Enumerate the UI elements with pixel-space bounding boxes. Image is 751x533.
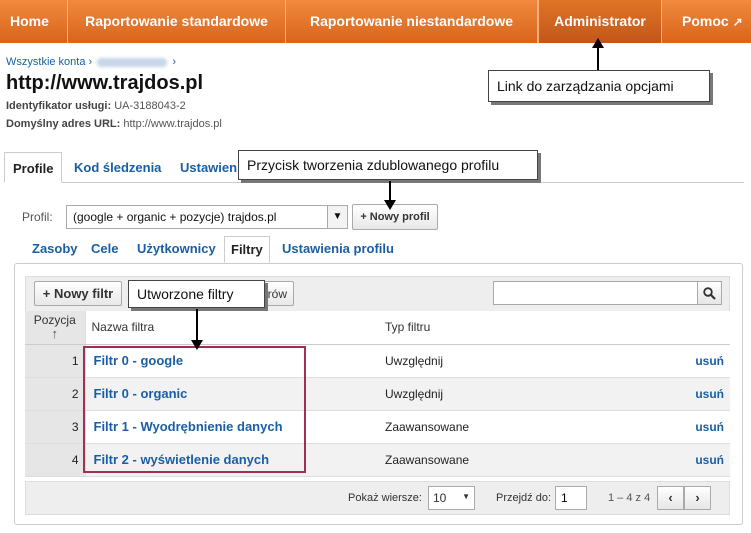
profile-row: Profil: (google + organic + pozycje) tra… [22, 204, 438, 230]
rows-per-page-select[interactable]: 10 ▼ [428, 486, 475, 510]
search-button[interactable] [697, 282, 721, 304]
nav-custom-reports[interactable]: Raportowanie niestandardowe [286, 0, 538, 43]
callout-new-profile: Przycisk tworzenia zdublowanego profilu [238, 150, 538, 180]
row-position: 4 [25, 443, 86, 477]
col-name-header: Nazwa filtra [85, 311, 385, 345]
arrow-up-icon [592, 38, 604, 70]
external-link-icon: ↗ [732, 15, 743, 29]
filters-highlight-box [83, 346, 306, 473]
delete-link[interactable]: usuń [629, 443, 730, 477]
sub-tabs: Zasoby Cele Użytkownicy Filtry Ustawieni… [24, 236, 744, 263]
goto-page-input[interactable] [555, 486, 587, 510]
chevron-left-icon: ‹ [668, 490, 673, 505]
rows-per-page-value: 10 [433, 491, 447, 505]
property-id-label: Identyfikator usługi: [6, 100, 112, 112]
arrow-down-icon [384, 181, 396, 210]
nav-home[interactable]: Home [0, 0, 68, 43]
property-id: Identyfikator usługi: UA-3188043-2 [6, 100, 186, 112]
row-position: 2 [25, 377, 86, 411]
filter-type: Uwzględnij [385, 377, 630, 411]
col-position-header[interactable]: Pozycja ↑ [25, 311, 86, 345]
nav-admin[interactable]: Administrator [538, 0, 662, 43]
tab-profiles[interactable]: Profile [4, 152, 63, 183]
subtab-assets[interactable]: Zasoby [28, 236, 82, 263]
tab-tracking-code[interactable]: Kod śledzenia [66, 152, 169, 183]
subtab-filters[interactable]: Filtry [224, 236, 270, 263]
subtab-users[interactable]: Użytkownicy [133, 236, 220, 263]
breadcrumb-separator: › [172, 56, 176, 68]
dropdown-arrow-icon: ▼ [327, 206, 347, 228]
sort-ascending-icon: ↑ [51, 326, 59, 342]
breadcrumb-all-accounts[interactable]: Wszystkie konta [6, 56, 85, 68]
filter-search [493, 281, 722, 305]
filter-type: Uwzględnij [385, 344, 630, 378]
search-icon [703, 286, 716, 300]
rows-per-page-label: Pokaż wiersze: [348, 492, 422, 504]
filter-type: Zaawansowane [385, 443, 630, 477]
delete-link[interactable]: usuń [629, 344, 730, 378]
top-navigation: Home Raportowanie standardowe Raportowan… [0, 0, 751, 43]
col-action-header [629, 311, 730, 345]
delete-link[interactable]: usuń [629, 377, 730, 411]
default-url: Domyślny adres URL: http://www.trajdos.p… [6, 118, 222, 130]
page-title: http://www.trajdos.pl [6, 72, 204, 94]
subtab-profile-settings[interactable]: Ustawienia profilu [278, 236, 398, 263]
table-header-row: Pozycja ↑ Nazwa filtra Typ filtru [25, 311, 730, 345]
chevron-down-icon: ▼ [462, 492, 470, 501]
chevron-right-icon: › [695, 490, 700, 505]
filter-type: Zaawansowane [385, 410, 630, 444]
new-filter-button[interactable]: + Nowy filtr [34, 281, 122, 306]
default-url-label: Domyślny adres URL: [6, 118, 121, 130]
search-input[interactable] [494, 282, 697, 304]
arrow-down-icon [191, 309, 203, 350]
tab-settings[interactable]: Ustawienia [172, 152, 242, 183]
breadcrumb: Wszystkie konta › › [6, 56, 176, 68]
col-type-header: Typ filtru [385, 311, 630, 345]
pagination-bar: Pokaż wiersze: 10 ▼ Przejdź do: 1 – 4 z … [25, 481, 730, 515]
prev-page-button[interactable]: ‹ [657, 486, 684, 510]
delete-link[interactable]: usuń [629, 410, 730, 444]
col-position-label: Pozycja [33, 313, 76, 328]
breadcrumb-account-redacted[interactable] [97, 57, 168, 67]
subtab-goals[interactable]: Cele [87, 236, 122, 263]
nav-help-label: Pomoc [682, 13, 729, 29]
profile-label: Profil: [22, 210, 53, 224]
row-position: 1 [25, 344, 86, 378]
next-page-button[interactable]: › [684, 486, 711, 510]
callout-admin: Link do zarządzania opcjami [488, 70, 710, 102]
profile-select-value: (google + organic + pozycje) trajdos.pl [73, 210, 277, 224]
breadcrumb-separator: › [88, 56, 93, 68]
callout-filters: Utworzone filtry [128, 280, 265, 308]
default-url-value: http://www.trajdos.pl [123, 118, 222, 130]
nav-help[interactable]: Pomoc ↗ [672, 0, 751, 43]
nav-standard-reports[interactable]: Raportowanie standardowe [68, 0, 286, 43]
property-id-value: UA-3188043-2 [114, 100, 186, 112]
goto-label: Przejdź do: [496, 492, 552, 504]
page-range: 1 – 4 z 4 [608, 492, 651, 504]
profile-select[interactable]: (google + organic + pozycje) trajdos.pl … [66, 205, 348, 229]
row-position: 3 [25, 410, 86, 444]
